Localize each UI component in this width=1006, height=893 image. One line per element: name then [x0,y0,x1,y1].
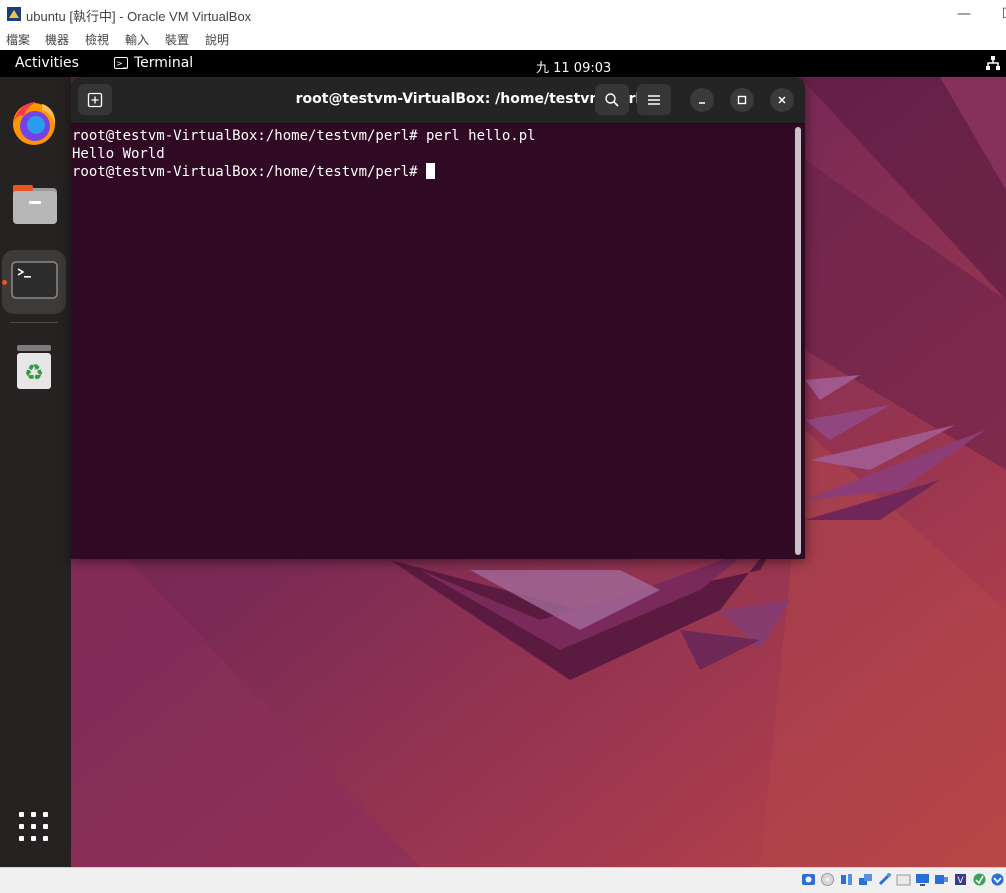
menu-button[interactable] [637,84,671,115]
keyboard-capture-icon[interactable] [990,872,1005,887]
maximize-button[interactable]: ☐ [996,3,1006,25]
audio-icon[interactable] [839,872,854,887]
dock-item-trash[interactable]: ♻ [2,335,66,399]
dock-item-files[interactable] [2,172,66,236]
recording-icon[interactable] [934,872,949,887]
maximize-icon [737,95,747,105]
dock-item-firefox[interactable] [2,92,66,156]
hard-disk-icon[interactable] [801,872,816,887]
terminal-maximize-button[interactable] [730,88,754,112]
terminal-icon [11,261,58,299]
svg-text:V: V [957,876,964,886]
terminal-headerbar: root@testvm-VirtualBox: /home/testvm/per… [71,77,805,124]
terminal-window: root@testvm-VirtualBox: /home/testvm/per… [71,77,805,559]
network-adapter-icon[interactable] [858,872,873,887]
search-icon [605,92,619,107]
terminal-cursor [426,163,436,179]
optical-drive-icon[interactable] [820,872,835,887]
minimize-button[interactable]: — [952,3,976,25]
dock-separator [10,322,58,323]
app-menu-button[interactable]: >_ Terminal [114,55,193,71]
menu-help[interactable]: 說明 [205,31,229,48]
menu-machine[interactable]: 機器 [45,31,69,48]
terminal-close-button[interactable] [770,88,794,112]
usb-icon[interactable] [877,872,892,887]
terminal-minimize-button[interactable] [690,88,714,112]
running-indicator [2,280,7,285]
clock[interactable]: 九 11 09:03 [536,57,611,76]
virtualbox-menubar: 檔案 機器 檢視 輸入 裝置 說明 [0,28,1006,50]
dock-item-terminal[interactable] [2,250,66,314]
terminal-app-icon: >_ [114,57,128,69]
menu-input[interactable]: 輸入 [125,31,149,48]
hamburger-menu-icon [648,94,660,105]
terminal-line: Hello World [72,146,165,162]
terminal-prompt-line: root@testvm-VirtualBox:/home/testvm/perl… [72,163,536,181]
firefox-icon [13,102,56,145]
mouse-integration-icon[interactable] [972,872,987,887]
activities-button[interactable]: Activities [15,55,79,71]
network-icon[interactable] [984,54,1002,72]
menu-view[interactable]: 檢視 [85,31,109,48]
menu-devices[interactable]: 裝置 [165,31,189,48]
search-button[interactable] [595,84,629,115]
minimize-icon [699,102,705,104]
svg-text:♻: ♻ [24,361,44,386]
virtualbox-app-icon [7,7,21,21]
virtualbox-statusbar: V [0,867,1006,893]
display-icon[interactable] [915,872,930,887]
guest-display: Activities >_ Terminal 九 11 09:03 ♻ root… [0,50,1006,867]
terminal-line: root@testvm-VirtualBox:/home/testvm/perl… [72,164,427,180]
show-apps-grid-icon[interactable] [18,811,50,843]
app-menu-label: Terminal [134,55,194,71]
shared-folders-icon[interactable] [896,872,911,887]
files-icon [13,185,57,224]
terminal-line: root@testvm-VirtualBox:/home/testvm/perl… [72,128,536,144]
trash-icon: ♻ [17,345,51,389]
window-title: ubuntu [執行中] - Oracle VM VirtualBox [26,9,252,24]
cpu-icon[interactable]: V [953,872,968,887]
terminal-scrollbar[interactable] [795,127,801,555]
dock: ♻ [0,77,71,867]
close-icon [778,96,786,104]
virtualbox-titlebar: ubuntu [執行中] - Oracle VM VirtualBox — ☐ [0,0,1006,28]
menu-file[interactable]: 檔案 [6,31,30,48]
gnome-top-bar: Activities >_ Terminal 九 11 09:03 [0,50,1006,77]
terminal-output[interactable]: root@testvm-VirtualBox:/home/testvm/perl… [72,127,536,181]
